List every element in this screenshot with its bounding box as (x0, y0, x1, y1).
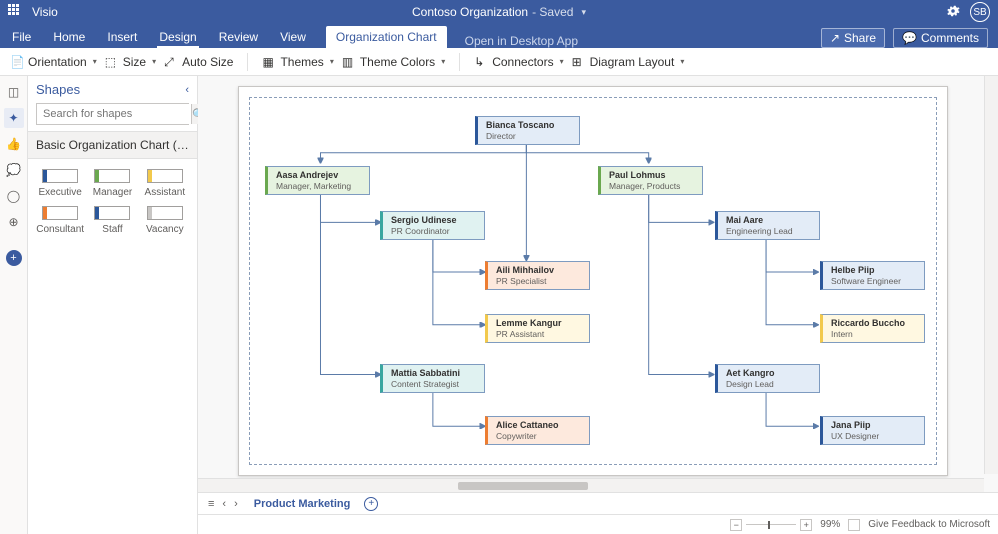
rail-item-2[interactable]: 💭 (4, 160, 24, 180)
share-button[interactable]: ↗Share (821, 28, 885, 48)
sheet-nav-first[interactable]: ≡ (206, 498, 216, 510)
ribbon-toolbar: 📄Orientation▾ ⬚Size▾ ⤢Auto Size ▦Themes▾… (0, 48, 998, 76)
shape-assistant[interactable]: Assistant (141, 169, 189, 198)
layout-icon: ⊞ (572, 55, 586, 69)
chevron-down-icon: ▾ (581, 7, 586, 18)
org-node[interactable]: Jana PiipUX Designer (820, 416, 925, 445)
collapse-panel-icon[interactable]: ‹ (185, 84, 189, 96)
share-icon: ↗ (830, 31, 840, 45)
gear-icon[interactable] (946, 4, 960, 21)
tab-design[interactable]: Design (157, 26, 198, 48)
canvas-area: Bianca ToscanoDirector Aasa AndrejevManag… (198, 76, 998, 534)
status-bar: − + 99% Give Feedback to Microsoft (198, 514, 998, 534)
search-input[interactable] (37, 104, 191, 124)
themes-icon: ▦ (262, 55, 276, 69)
org-node[interactable]: Paul LohmusManager, Products (598, 166, 703, 195)
doc-name: Contoso Organization (412, 5, 528, 19)
org-node[interactable]: Lemme KangurPR Assistant (485, 314, 590, 343)
org-node[interactable]: Helbe PiipSoftware Engineer (820, 261, 925, 290)
zoom-control: − + (730, 519, 812, 531)
sheet-bar: ≡ ‹ › Product Marketing + (198, 492, 998, 514)
open-in-desktop[interactable]: Open in Desktop App (465, 34, 578, 48)
shape-consultant[interactable]: Consultant (36, 206, 84, 235)
add-sheet-button[interactable]: + (364, 497, 378, 511)
comment-icon: 💬 (902, 31, 917, 45)
chevron-down-icon: ▾ (93, 57, 97, 66)
tab-review[interactable]: Review (217, 26, 260, 48)
zoom-level: 99% (820, 519, 840, 530)
org-node[interactable]: Bianca ToscanoDirector (475, 116, 580, 145)
feedback-link[interactable]: Give Feedback to Microsoft (868, 519, 990, 530)
avatar[interactable]: SB (970, 2, 990, 22)
connectors-icon: ↳ (474, 55, 488, 69)
app-launcher-icon[interactable] (8, 4, 24, 20)
zoom-out-button[interactable]: − (730, 519, 742, 531)
org-node[interactable]: Aet KangroDesign Lead (715, 364, 820, 393)
shapes-title: Shapes (36, 82, 80, 97)
size-button[interactable]: ⬚Size▾ (105, 55, 156, 69)
orientation-icon: 📄 (10, 55, 24, 69)
rail-item-orgchart[interactable]: ◫ (4, 82, 24, 102)
tab-file[interactable]: File (10, 26, 33, 48)
tab-orgchart[interactable]: Organization Chart (326, 26, 447, 48)
org-node[interactable]: Alice CattaneoCopywriter (485, 416, 590, 445)
doc-status: - Saved (532, 5, 573, 19)
diagram-layout-button[interactable]: ⊞Diagram Layout▾ (572, 55, 685, 69)
org-node[interactable]: Sergio UdinesePR Coordinator (380, 211, 485, 240)
app-name: Visio (32, 5, 58, 19)
title-bar: Visio Contoso Organization - Saved ▾ SB (0, 0, 998, 24)
org-node[interactable]: Aili MihhailovPR Specialist (485, 261, 590, 290)
sheet-nav-next[interactable]: › (232, 498, 240, 510)
rail-item-1[interactable]: 👍 (4, 134, 24, 154)
org-node[interactable]: Mai AareEngineering Lead (715, 211, 820, 240)
horizontal-scrollbar[interactable] (198, 478, 984, 492)
add-stencil-button[interactable]: + (6, 250, 22, 266)
comments-button[interactable]: 💬Comments (893, 28, 988, 48)
themes-button[interactable]: ▦Themes▾ (262, 55, 333, 69)
shape-staff[interactable]: Staff (88, 206, 136, 235)
org-node[interactable]: Aasa AndrejevManager, Marketing (265, 166, 370, 195)
zoom-in-button[interactable]: + (800, 519, 812, 531)
connectors-button[interactable]: ↳Connectors▾ (474, 55, 563, 69)
colors-icon: ▥ (342, 55, 356, 69)
ribbon-tabs: File Home Insert Design Review View Orga… (0, 24, 998, 48)
tab-home[interactable]: Home (51, 26, 87, 48)
org-node[interactable]: Riccardo BucchoIntern (820, 314, 925, 343)
document-title[interactable]: Contoso Organization - Saved ▾ (412, 5, 586, 19)
orientation-button[interactable]: 📄Orientation▾ (10, 55, 97, 69)
shape-vacancy[interactable]: Vacancy (141, 206, 189, 235)
org-node[interactable]: Mattia SabbatiniContent Strategist (380, 364, 485, 393)
autosize-button[interactable]: ⤢Auto Size (164, 55, 233, 69)
shape-search: 🔍 (36, 103, 189, 125)
rail-item-3[interactable]: ◯ (4, 186, 24, 206)
fit-to-window-button[interactable] (848, 519, 860, 531)
vertical-scrollbar[interactable] (984, 76, 998, 474)
drawing-page[interactable]: Bianca ToscanoDirector Aasa AndrejevManag… (238, 86, 948, 476)
theme-colors-button[interactable]: ▥Theme Colors▾ (342, 55, 445, 69)
shapes-panel: Shapes ‹ 🔍 Basic Organization Chart (Leg… (28, 76, 198, 534)
zoom-slider[interactable] (746, 524, 796, 525)
stencil-title[interactable]: Basic Organization Chart (Lega... (28, 131, 197, 159)
stencil-rail: ◫ ✦ 👍 💭 ◯ ⊕ + (0, 76, 28, 534)
shape-executive[interactable]: Executive (36, 169, 84, 198)
sheet-tab[interactable]: Product Marketing (248, 498, 357, 510)
sheet-nav-prev[interactable]: ‹ (220, 498, 228, 510)
rail-item-4[interactable]: ⊕ (4, 212, 24, 232)
size-icon: ⬚ (105, 55, 119, 69)
tab-view[interactable]: View (278, 26, 308, 48)
rail-item-basic[interactable]: ✦ (4, 108, 24, 128)
autosize-icon: ⤢ (164, 55, 178, 69)
tab-insert[interactable]: Insert (105, 26, 139, 48)
shape-manager[interactable]: Manager (88, 169, 136, 198)
